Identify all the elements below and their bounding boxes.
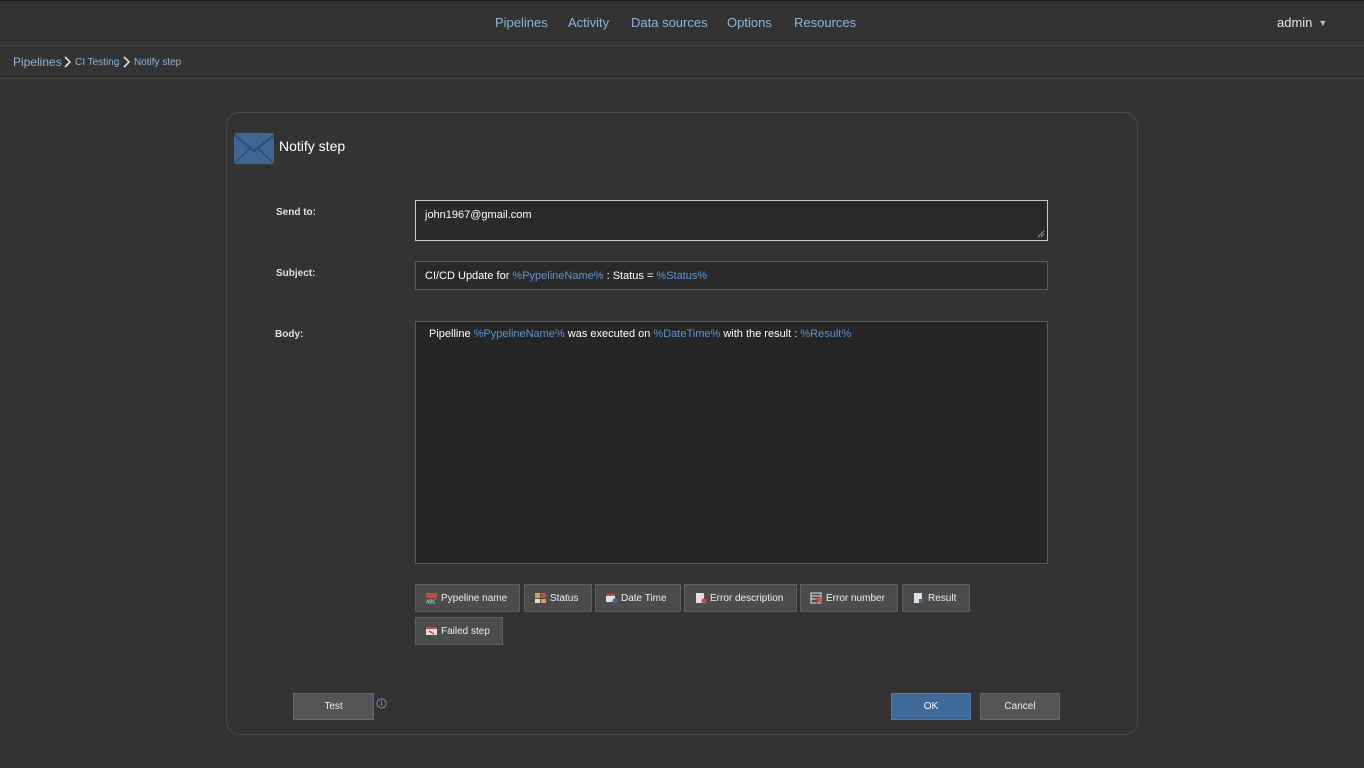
send-to-field[interactable]: john1967@gmail.com (415, 200, 1048, 241)
send-to-value: john1967@gmail.com (425, 209, 532, 221)
insert-result-button[interactable]: Result (902, 584, 970, 612)
breadcrumb-pipelines[interactable]: Pipelines (13, 55, 62, 69)
chip-label: Result (928, 592, 957, 604)
test-button[interactable]: Test (293, 693, 374, 720)
result-document-icon (914, 593, 923, 603)
chip-label: Failed step (441, 625, 490, 637)
body-label: Body: (275, 329, 304, 340)
calendar-clock-icon (606, 594, 618, 604)
breadcrumb: Pipelines CI Testing Notify step (0, 47, 1364, 79)
ok-button[interactable]: OK (891, 693, 971, 720)
top-bar: Pipelines Activity Data sources Options … (0, 0, 1364, 46)
chevron-right-icon (123, 56, 131, 68)
chevron-right-icon (64, 56, 72, 68)
subject-field[interactable]: CI/CD Update for %PypelineName% : Status… (415, 261, 1048, 290)
nav-data-sources[interactable]: Data sources (631, 15, 708, 30)
svg-text:ABC: ABC (426, 600, 437, 605)
insert-date-time-button[interactable]: Date Time (595, 584, 681, 612)
variable-token: %PypelineName% (512, 270, 604, 282)
error-document-icon (696, 593, 707, 604)
nav-activity[interactable]: Activity (568, 15, 609, 30)
body-field[interactable]: Pipelline %PypelineName% was executed on… (415, 321, 1048, 564)
user-name: admin (1277, 15, 1313, 30)
caret-down-icon: ▼ (1318, 18, 1328, 28)
nav-options[interactable]: Options (727, 15, 772, 30)
insert-pypeline-name-button[interactable]: ABC Pypeline name (415, 584, 520, 612)
nav-resources[interactable]: Resources (794, 15, 856, 30)
variable-token: %PypelineName% (473, 328, 565, 340)
variable-token: %Result% (800, 328, 852, 340)
dialog-title: Notify step (279, 138, 346, 154)
info-icon[interactable] (376, 698, 387, 709)
status-icon (535, 593, 546, 603)
send-to-label: Send to: (276, 207, 316, 218)
failed-step-icon (426, 627, 437, 635)
insert-error-description-button[interactable]: Error description (684, 584, 797, 612)
resize-grip-icon[interactable] (1037, 230, 1045, 238)
cancel-button[interactable]: Cancel (980, 693, 1060, 720)
chip-label: Error description (710, 592, 784, 604)
error-number-icon (810, 592, 823, 604)
text-abc-icon: ABC (426, 593, 437, 605)
nav-pipelines[interactable]: Pipelines (495, 15, 548, 30)
insert-status-button[interactable]: Status (524, 584, 592, 612)
main-nav: Pipelines Activity Data sources Options … (0, 1, 1364, 45)
variable-token: %Status% (656, 270, 708, 282)
subject-label: Subject: (276, 268, 316, 279)
insert-failed-step-button[interactable]: Failed step (415, 617, 503, 645)
subject-text: CI/CD Update for %PypelineName% : Status… (425, 270, 708, 282)
chip-label: Error number (826, 592, 885, 604)
insert-error-number-button[interactable]: Error number (800, 584, 898, 612)
user-menu[interactable]: admin ▼ (1277, 15, 1327, 30)
chip-label: Pypeline name (441, 592, 508, 604)
chip-label: Status (550, 592, 579, 604)
body-text: Pipelline %PypelineName% was executed on… (429, 328, 852, 340)
envelope-icon (234, 133, 274, 164)
variable-token: %DateTime% (653, 328, 721, 340)
chip-label: Date Time (621, 592, 667, 604)
breadcrumb-notify-step: Notify step (134, 57, 182, 68)
breadcrumb-ci-testing[interactable]: CI Testing (75, 57, 119, 68)
